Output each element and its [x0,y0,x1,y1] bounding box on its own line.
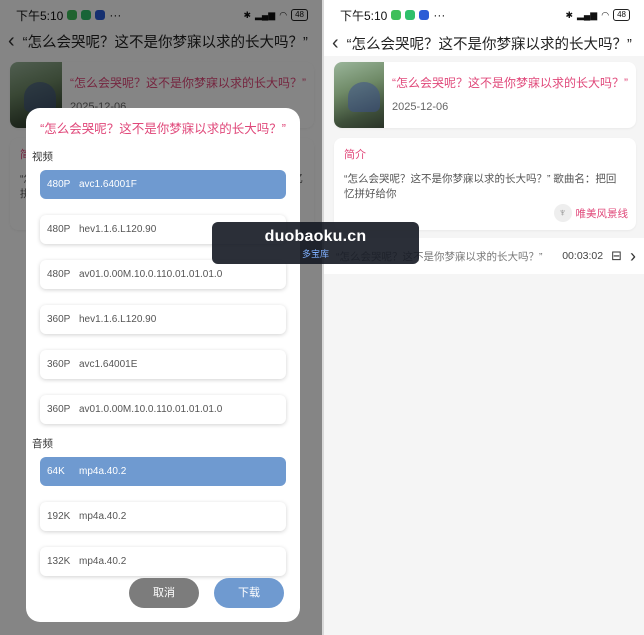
option-quality: 64K [47,466,65,477]
video-option[interactable]: 360P av01.0.00M.10.0.110.01.01.01.0 [40,395,286,424]
audio-option[interactable]: 192K mp4a.40.2 [40,502,286,531]
nav-bar: ‹ “怎么会哭呢？这不是你梦寐以求的长大吗？” [324,30,644,56]
option-codec: av01.0.00M.10.0.110.01.01.01.0 [79,269,223,280]
option-codec: mp4a.40.2 [79,511,127,522]
option-codec: avc1.64001E [79,359,138,370]
author-link[interactable]: ♆ 唯美风景线 [553,204,629,222]
option-quality: 132K [47,556,71,567]
video-section-label: 视频 [32,151,53,163]
audio-option[interactable]: 64K mp4a.40.2 [40,457,286,486]
left-screen: 下午5:10 ··· ✱ ▂▄▆ ◠ 48 ‹ “怎么会哭呢？这不是你梦寐以求的… [0,0,322,635]
audio-section-label: 音频 [32,438,53,450]
battery-icon: 48 [613,9,630,21]
dialog-title: “怎么会哭呢？这不是你梦寐以求的长大吗？” [40,122,286,136]
option-codec: mp4a.40.2 [79,466,127,477]
video-option[interactable]: 360P avc1.64001E [40,350,286,379]
download-dialog: “怎么会哭呢？这不是你梦寐以求的长大吗？” 视频 480P avc1.64001… [26,108,300,622]
app-icon [405,10,416,20]
video-thumbnail[interactable] [334,62,384,128]
watermark-subtext: 多宝库 [301,249,329,259]
watermark: duobaoku.cn 多宝库 [212,222,419,264]
option-quality: 360P [47,404,71,415]
page-title: “怎么会哭呢？这不是你梦寐以求的长大吗？” [346,36,632,53]
app-icon [419,10,430,20]
option-quality: 480P [47,179,71,190]
intro-text: “怎么会哭呢？这不是你梦寐以求的长大吗？” 歌曲名：把回忆拼好给你 [344,173,617,200]
video-card[interactable]: “怎么会哭呢？这不是你梦寐以求的长大吗？” 2025-12-06 [334,62,636,128]
option-quality: 480P [47,269,71,280]
video-option[interactable]: 480P avc1.64001F [40,170,286,199]
video-option[interactable]: 480P av01.0.00M.10.0.110.01.01.01.0 [40,260,286,289]
audio-option[interactable]: 132K mp4a.40.2 [40,547,286,576]
option-codec: avc1.64001F [79,179,137,190]
right-screen: 下午5:10 ··· ✱ ▂▄▆ ◠ 48 ‹ “怎么会哭呢？这不是你梦寐以求的… [324,0,644,635]
watermark-text: duobaoku.cn [264,228,367,245]
video-title: “怎么会哭呢？这不是你梦寐以求的长大吗？” [392,76,628,90]
chevron-right-icon[interactable]: › [630,246,636,267]
wifi-icon: ◠ [601,9,610,20]
intro-heading: 简介 [344,149,366,161]
cancel-button[interactable]: 取消 [129,578,199,608]
signal-icon: ▂▄▆ [577,9,598,20]
download-button[interactable]: 下载 [214,578,284,608]
option-quality: 360P [47,314,71,325]
more-icon: ··· [433,8,446,22]
subtitle-icon[interactable]: ⊟ [611,248,622,264]
option-codec: hev1.1.6.L120.90 [79,224,157,235]
video-option[interactable]: 360P hev1.1.6.L120.90 [40,305,286,334]
track-duration: 00:03:02 [562,250,604,262]
video-date: 2025-12-06 [392,101,449,113]
bluetooth-icon: ✱ [565,9,573,20]
option-codec: mp4a.40.2 [79,556,127,567]
option-quality: 360P [47,359,71,370]
author-avatar-icon: ♆ [553,204,572,222]
back-icon[interactable]: ‹ [332,33,339,53]
option-codec: av01.0.00M.10.0.110.01.01.01.0 [79,404,223,415]
status-time: 下午5:10 [340,8,388,23]
option-quality: 192K [47,511,71,522]
status-bar: 下午5:10 ··· ✱ ▂▄▆ ◠ 48 [324,0,644,30]
wechat-icon [391,10,402,20]
option-codec: hev1.1.6.L120.90 [79,314,157,325]
intro-card: 简介 “怎么会哭呢？这不是你梦寐以求的长大吗？” 歌曲名：把回忆拼好给你 ♆ 唯… [334,138,636,230]
option-quality: 480P [47,224,71,235]
author-name: 唯美风景线 [575,207,629,220]
